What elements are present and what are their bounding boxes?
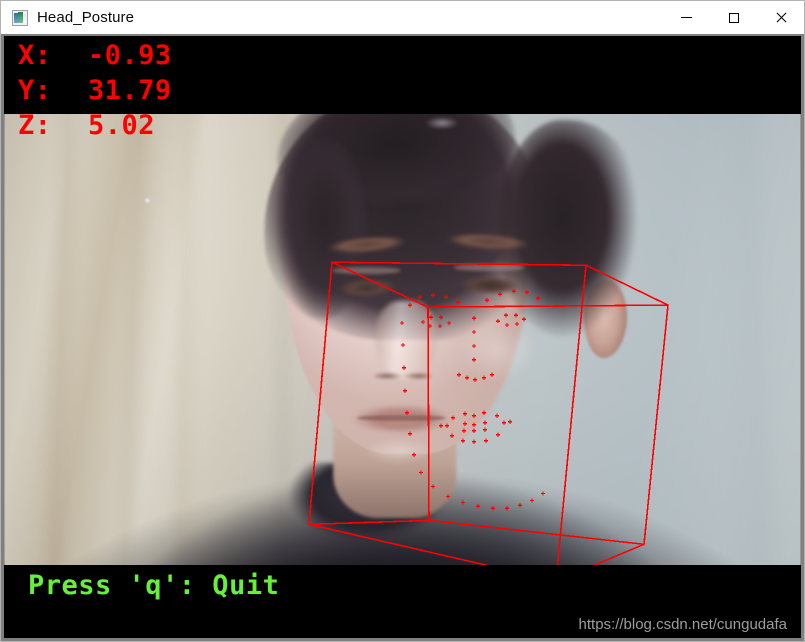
video-client-area: X: -0.93 Y: 31.79 Z: 5.02 Press 'q': Quit h… xyxy=(1,34,804,641)
facial-landmark-points xyxy=(399,288,546,511)
minimize-icon xyxy=(681,17,692,18)
pose-value-z: 5.02 xyxy=(88,110,156,141)
head-pose-bounding-box xyxy=(308,261,669,583)
pose-label-x: X: xyxy=(18,40,52,71)
window-title: Head_Posture xyxy=(37,9,135,26)
maximize-button[interactable] xyxy=(710,1,757,34)
blog-watermark: https://blog.csdn.net/cungudafa xyxy=(578,616,787,633)
pose-value-y: 31.79 xyxy=(88,75,172,106)
close-button[interactable] xyxy=(757,1,804,34)
pose-row-y: Y: 31.79 xyxy=(18,75,172,106)
pose-label-z: Z: xyxy=(18,110,52,141)
application-window: Head_Posture X: -0.93 Y: 31.79 Z: 5.02 P… xyxy=(0,0,805,642)
pose-label-y: Y: xyxy=(18,75,52,106)
pose-value-x: -0.93 xyxy=(88,40,172,71)
close-icon xyxy=(775,12,787,24)
image-thumbnail-icon xyxy=(12,9,28,26)
pose-row-z: Z: 5.02 xyxy=(18,110,155,141)
maximize-icon xyxy=(728,12,739,23)
window-controls xyxy=(663,1,804,34)
title-bar[interactable]: Head_Posture xyxy=(1,1,804,34)
minimize-button[interactable] xyxy=(663,1,710,34)
pose-row-x: X: -0.93 xyxy=(18,40,172,71)
camera-feed: X: -0.93 Y: 31.79 Z: 5.02 Press 'q': Quit h… xyxy=(4,36,801,638)
quit-hint-text: Press 'q': Quit xyxy=(28,570,280,601)
